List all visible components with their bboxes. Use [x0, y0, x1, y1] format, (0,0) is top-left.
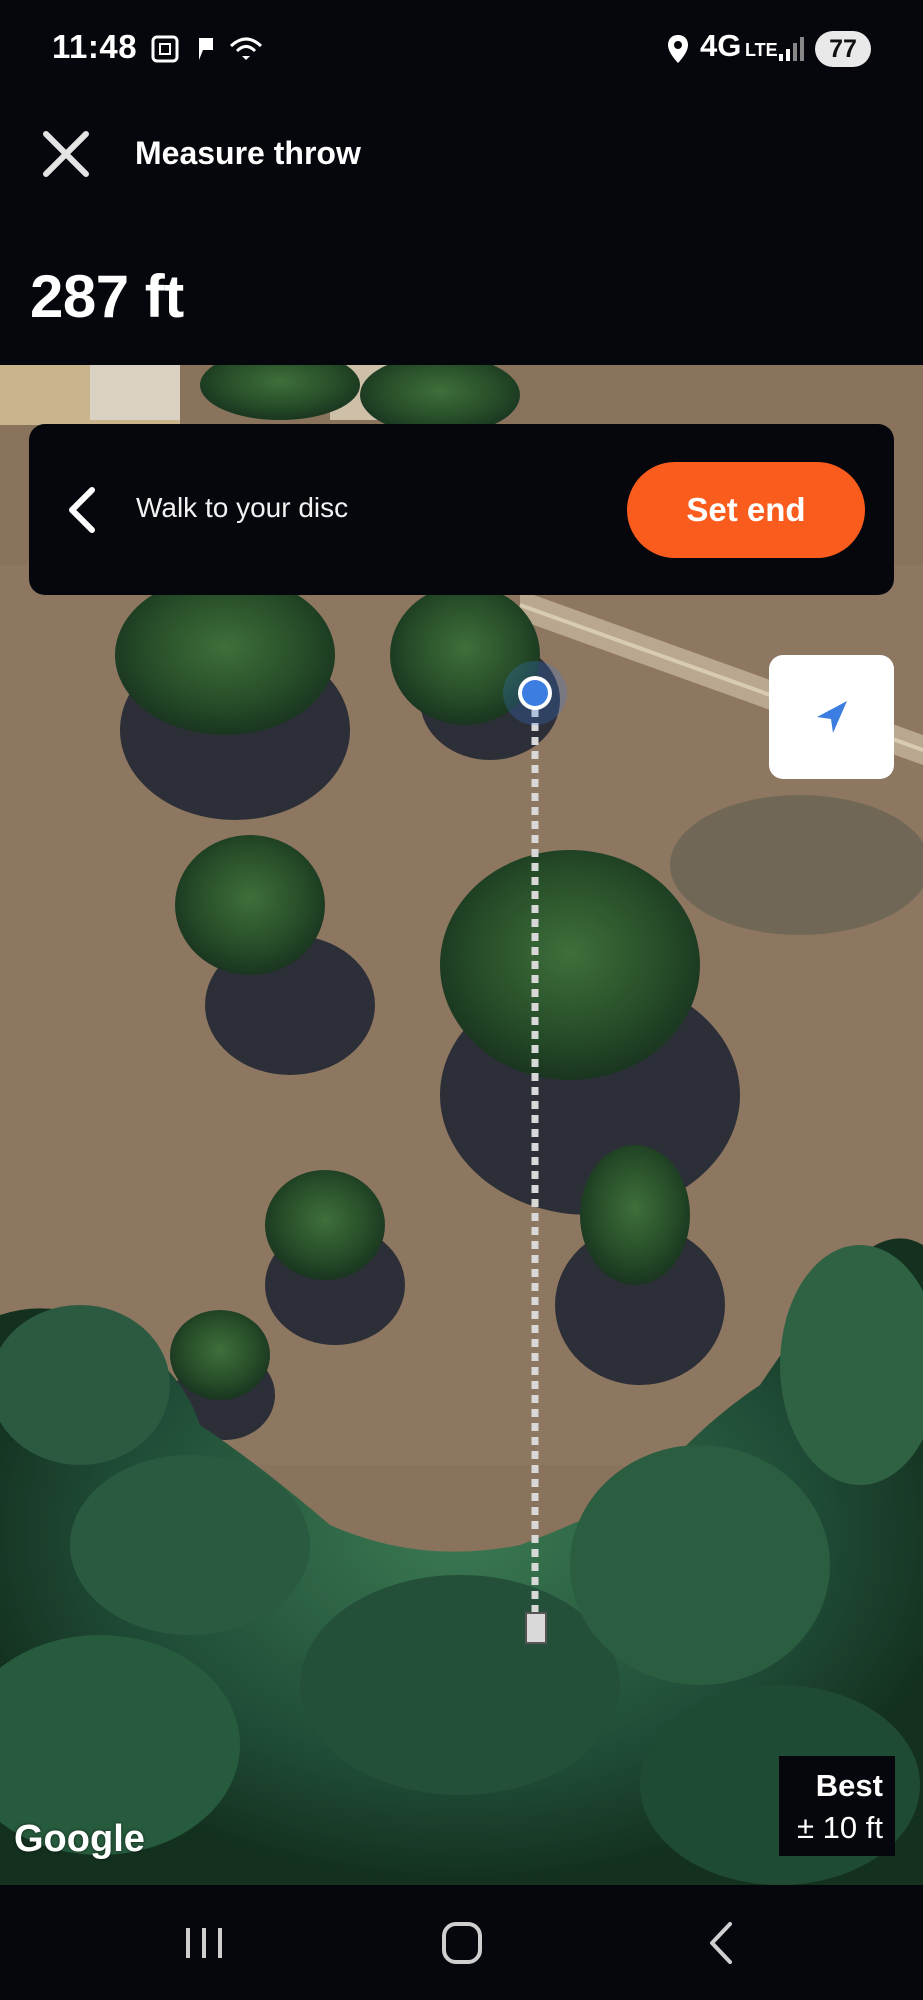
chevron-left-icon[interactable]: [60, 484, 104, 536]
recent-apps-icon[interactable]: [174, 1918, 234, 1968]
home-icon[interactable]: [432, 1918, 492, 1968]
recenter-location-button[interactable]: [769, 655, 894, 779]
screenshot-icon: [151, 35, 179, 63]
accuracy-label: Best: [815, 1768, 883, 1803]
network-type: 4G: [700, 28, 742, 63]
back-icon[interactable]: [692, 1918, 752, 1968]
status-bar: 11:48 4G LTE 77: [0, 0, 923, 100]
instruction-text: Walk to your disc: [136, 492, 349, 523]
notification-flag-icon: [199, 38, 213, 60]
location-pin-icon: [668, 35, 688, 63]
signal-icon: [779, 37, 804, 61]
current-location-marker: [503, 661, 567, 725]
battery-indicator: 77: [815, 31, 871, 67]
status-time: 11:48: [52, 28, 138, 65]
distance-readout: 287 ft: [30, 263, 184, 330]
google-attribution: Google: [14, 1818, 145, 1860]
set-end-button[interactable]: Set end: [627, 462, 865, 558]
close-icon[interactable]: [36, 124, 96, 184]
network-subtype: LTE: [745, 40, 778, 60]
throw-start-marker[interactable]: [525, 1612, 547, 1644]
gps-accuracy-badge: Best ± 10 ft: [779, 1756, 895, 1856]
page-title: Measure throw: [135, 135, 361, 171]
accuracy-value: ± 10 ft: [797, 1810, 883, 1845]
navigation-arrow-icon: [817, 701, 847, 733]
wifi-icon: [229, 37, 263, 60]
